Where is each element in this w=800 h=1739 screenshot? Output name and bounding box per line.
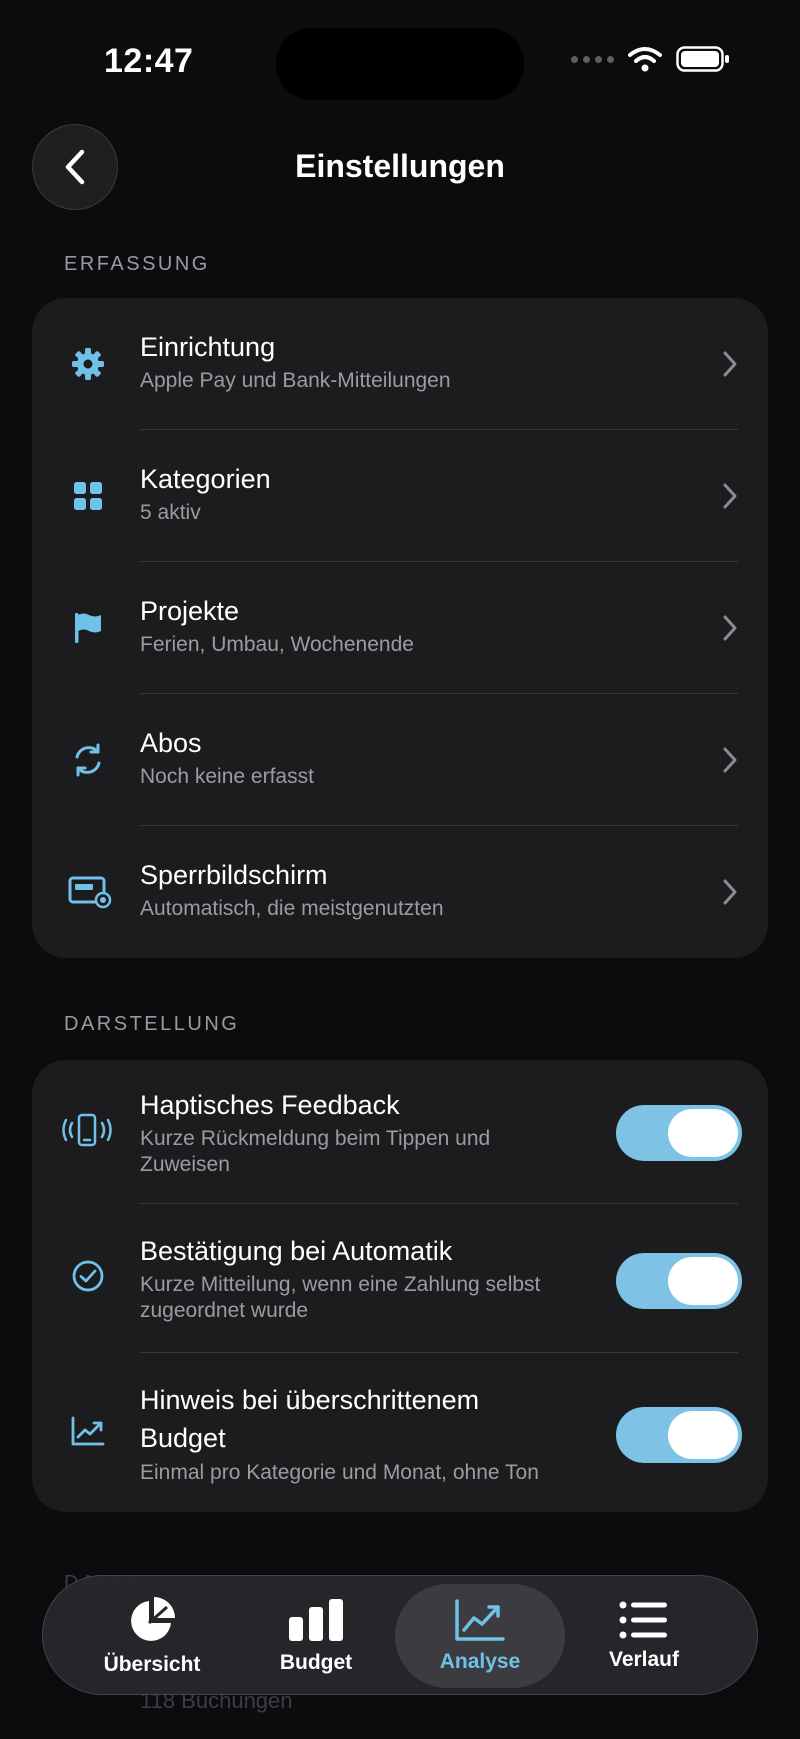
card-erfassung: Einrichtung Apple Pay und Bank-Mitteilun…: [32, 298, 768, 958]
settings-row-budget-hinweis: Hinweis bei überschrittenem Budget Einma…: [32, 1353, 768, 1512]
toggle-knob: [668, 1411, 738, 1459]
row-subtitle: Noch keine erfasst: [140, 765, 314, 788]
pie-chart-icon: [131, 1597, 175, 1641]
tab-label: Übersicht: [103, 1653, 201, 1676]
settings-row-kategorien[interactable]: Kategorien 5 aktiv: [32, 430, 768, 562]
tab-budget[interactable]: Budget: [231, 1584, 401, 1688]
row-title: Projekte: [140, 596, 240, 626]
tab-label: Budget: [279, 1651, 353, 1674]
settings-row-einrichtung[interactable]: Einrichtung Apple Pay und Bank-Mitteilun…: [32, 298, 768, 430]
status-icons: [571, 46, 730, 72]
row-subtitle: Kurze Rückmeldung beim Tippen und: [140, 1127, 491, 1150]
tab-label: Verlauf: [608, 1648, 680, 1671]
chevron-right-icon: [723, 615, 737, 641]
wifi-icon: [628, 47, 662, 72]
chevron-right-icon: [723, 351, 737, 377]
settings-row-bestaetigung: Bestätigung bei Automatik Kurze Mitteilu…: [32, 1204, 768, 1352]
chevron-right-icon: [723, 879, 737, 905]
list-icon: [619, 1601, 667, 1639]
row-title: Budget: [140, 1423, 226, 1453]
row-subtitle: Automatisch, die meistgenutzten: [140, 897, 444, 920]
settings-row-projekte[interactable]: Projekte Ferien, Umbau, Wochenende: [32, 562, 768, 694]
haptic-feedback-toggle[interactable]: [616, 1105, 742, 1161]
gear-icon: [66, 342, 110, 386]
settings-row-sperrbildschirm[interactable]: Sperrbildschirm Automatisch, die meistge…: [32, 826, 768, 958]
trend-up-icon: [66, 1409, 110, 1453]
toggle-knob: [668, 1257, 738, 1305]
grid-icon: [66, 474, 110, 518]
tab-uebersicht[interactable]: Übersicht: [67, 1584, 237, 1688]
tab-label: Analyse: [439, 1650, 521, 1673]
battery-icon: [676, 46, 729, 72]
chevron-right-icon: [723, 747, 737, 773]
page-title: Einstellungen: [295, 148, 505, 184]
row-subtitle: 5 aktiv: [140, 501, 201, 524]
tab-bar: Übersicht Budget Analyse Verlauf: [42, 1575, 758, 1695]
row-subtitle: Ferien, Umbau, Wochenende: [140, 633, 414, 656]
chevron-right-icon: [723, 483, 737, 509]
settings-row-haptisches-feedback: Haptisches Feedback Kurze Rückmeldung be…: [32, 1060, 768, 1204]
dynamic-island: [276, 28, 524, 100]
row-title: Haptisches Feedback: [140, 1090, 400, 1120]
tab-analyse[interactable]: Analyse: [395, 1584, 565, 1688]
phone-vibrate-icon: [62, 1108, 112, 1152]
auto-confirmation-toggle[interactable]: [616, 1253, 742, 1309]
cellular-signal-icon: [571, 55, 614, 63]
row-title: Sperrbildschirm: [140, 860, 328, 890]
row-subtitle: Einmal pro Kategorie und Monat, ohne Ton: [140, 1461, 539, 1484]
lockscreen-icon: [66, 870, 114, 914]
row-title: Abos: [140, 728, 202, 758]
row-title: Kategorien: [140, 464, 271, 494]
toggle-knob: [668, 1109, 738, 1157]
card-darstellung: Haptisches Feedback Kurze Rückmeldung be…: [32, 1060, 768, 1512]
row-subtitle: Kurze Mitteilung, wenn eine Zahlung selb…: [140, 1273, 541, 1296]
settings-row-abos[interactable]: Abos Noch keine erfasst: [32, 694, 768, 826]
row-subtitle: zugeordnet wurde: [140, 1299, 309, 1322]
check-circle-icon: [66, 1254, 110, 1298]
row-title: Einrichtung: [140, 332, 276, 362]
row-subtitle: Zuweisen: [140, 1153, 230, 1176]
refresh-icon: [66, 738, 110, 782]
status-time: 12:47: [104, 42, 194, 80]
line-chart-icon: [455, 1599, 505, 1641]
section-label-erfassung: ERFASSUNG: [64, 253, 210, 275]
row-title: Bestätigung bei Automatik: [140, 1236, 453, 1266]
bar-chart-icon: [289, 1599, 343, 1641]
tab-verlauf[interactable]: Verlauf: [559, 1584, 729, 1688]
row-title: Hinweis bei überschrittenem: [140, 1385, 480, 1415]
flag-icon: [66, 606, 110, 650]
section-label-darstellung: DARSTELLUNG: [64, 1013, 240, 1035]
row-subtitle: Apple Pay und Bank-Mitteilungen: [140, 369, 451, 392]
budget-exceeded-toggle[interactable]: [616, 1407, 742, 1463]
